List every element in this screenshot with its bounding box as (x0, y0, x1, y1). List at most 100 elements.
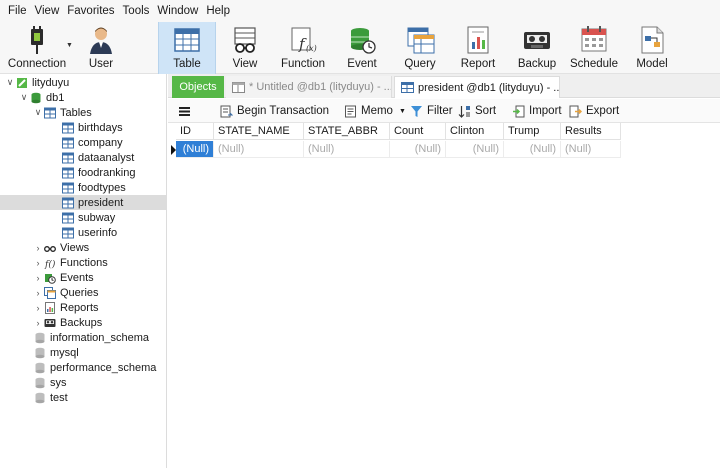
tab-president[interactable]: president @db1 (lityduyu) - ... (394, 76, 560, 98)
grid-cell[interactable]: (Null) (390, 141, 446, 158)
grid-cell[interactable]: (Null) (304, 141, 390, 158)
tree-database-item[interactable]: test (34, 390, 68, 405)
view-icon (230, 25, 260, 55)
column-header[interactable]: Trump (504, 123, 561, 140)
tree-database-item[interactable]: information_schema (34, 330, 149, 345)
column-header[interactable]: STATE_ABBR (304, 123, 390, 140)
report-label: Report (460, 58, 496, 70)
tree-table-item[interactable]: foodtypes (62, 180, 126, 195)
grid-cell[interactable]: (Null) (561, 141, 621, 158)
tree-table-label: birthdays (78, 121, 123, 134)
grid-cell[interactable]: (Null) (504, 141, 561, 158)
export-icon (569, 105, 583, 118)
view-label: View (232, 58, 258, 70)
expand-chevron-icon[interactable]: › (32, 243, 44, 253)
query-button[interactable]: Query (398, 22, 442, 74)
schedule-button[interactable]: Schedule (570, 22, 618, 74)
tree-table-item-selected[interactable]: president (0, 195, 166, 210)
column-header[interactable]: Clinton (446, 123, 504, 140)
begin-transaction-button[interactable]: Begin Transaction (220, 102, 329, 120)
menu-window[interactable]: Window (153, 0, 202, 22)
tree-events-group[interactable]: › Events (32, 270, 94, 285)
tree-reports-group[interactable]: › Reports (32, 300, 99, 315)
grid-cell[interactable]: (Null) (214, 141, 304, 158)
column-header[interactable]: STATE_NAME (214, 123, 304, 140)
table-icon (62, 137, 74, 149)
report-icon (44, 301, 56, 314)
tree-table-label: foodtypes (78, 181, 126, 194)
export-button[interactable]: Export (569, 102, 619, 120)
connection-label: Connection (7, 58, 67, 70)
import-icon (512, 105, 525, 118)
collapse-chevron-icon[interactable]: ∨ (32, 107, 44, 118)
user-button[interactable]: User (82, 22, 120, 74)
tab-objects[interactable]: Objects (172, 76, 224, 98)
menu-hamburger-button[interactable] (178, 102, 195, 120)
hamburger-icon (178, 105, 191, 118)
tree-backups-group[interactable]: › Backups (32, 315, 103, 330)
tree-views-group[interactable]: › Views (32, 240, 90, 255)
tree-connection[interactable]: ∨ lityduyu (4, 75, 70, 90)
tree-queries-group[interactable]: › Queries (32, 285, 99, 300)
view-button[interactable]: View (222, 22, 268, 74)
tree-functions-group[interactable]: › f() Functions (32, 255, 108, 270)
collapse-chevron-icon[interactable]: ∨ (4, 77, 16, 88)
database-icon (34, 377, 46, 389)
tree-database-db1[interactable]: ∨ db1 (18, 90, 65, 105)
collapse-chevron-icon[interactable]: ∨ (18, 92, 30, 103)
tree-table-item[interactable]: userinfo (62, 225, 117, 240)
tab-untitled-query[interactable]: * Untitled @db1 (lityduyu) - ... (226, 76, 392, 98)
expand-chevron-icon[interactable]: › (32, 273, 44, 283)
memo-icon (344, 105, 357, 118)
connection-button[interactable]: ▼ Connection (6, 22, 73, 74)
sort-icon (458, 105, 471, 118)
calendar-icon (579, 25, 609, 55)
function-button[interactable]: f (x) Function (280, 22, 326, 74)
grid-cell[interactable]: (Null) (446, 141, 504, 158)
tree-table-item[interactable]: subway (62, 210, 115, 225)
transaction-icon (220, 105, 234, 118)
menu-view[interactable]: View (31, 0, 64, 22)
tree-table-item[interactable]: company (62, 135, 123, 150)
import-button[interactable]: Import (512, 102, 562, 120)
memo-dropdown-icon[interactable]: ▼ (399, 108, 406, 115)
user-icon (86, 25, 116, 55)
menu-file[interactable]: File (4, 0, 31, 22)
event-icon (44, 272, 56, 284)
database-icon (30, 92, 42, 104)
svg-text:(x): (x) (306, 44, 317, 53)
expand-chevron-icon[interactable]: › (32, 303, 44, 313)
table-button[interactable]: Table (158, 22, 216, 74)
menu-favorites[interactable]: Favorites (63, 0, 118, 22)
tree-table-label: company (78, 136, 123, 149)
memo-label: Memo (361, 105, 393, 117)
menu-help[interactable]: Help (202, 0, 234, 22)
column-header[interactable]: Results (561, 123, 621, 140)
filter-button[interactable]: Filter (410, 102, 453, 120)
expand-chevron-icon[interactable]: › (32, 288, 44, 298)
database-icon (34, 332, 46, 344)
expand-chevron-icon[interactable]: › (32, 258, 44, 268)
column-header[interactable]: ID (176, 123, 214, 140)
connection-dropdown-icon[interactable]: ▼ (66, 42, 73, 49)
tree-database-item[interactable]: mysql (34, 345, 79, 360)
expand-chevron-icon[interactable]: › (32, 318, 44, 328)
tree-database-item[interactable]: sys (34, 375, 67, 390)
sort-button[interactable]: Sort (458, 102, 496, 120)
grid-cell[interactable]: (Null) (176, 141, 214, 158)
backup-button[interactable]: Backup (514, 22, 560, 74)
memo-button[interactable]: Memo ▼ (344, 102, 406, 120)
tree-database-item[interactable]: performance_schema (34, 360, 156, 375)
report-button[interactable]: Report (456, 22, 500, 74)
event-button[interactable]: Event (340, 22, 384, 74)
query-icon (232, 81, 245, 93)
tree-table-item[interactable]: birthdays (62, 120, 123, 135)
column-header[interactable]: Count (390, 123, 446, 140)
model-button[interactable]: Model (630, 22, 674, 74)
menu-tools[interactable]: Tools (119, 0, 154, 22)
tree-table-item[interactable]: foodranking (62, 165, 136, 180)
data-grid[interactable]: ID STATE_NAME STATE_ABBR Count Clinton T… (168, 123, 720, 468)
tree-group-label: Functions (60, 256, 108, 269)
tree-table-item[interactable]: dataanalyst (62, 150, 134, 165)
tree-tables-group[interactable]: ∨ Tables (32, 105, 92, 120)
